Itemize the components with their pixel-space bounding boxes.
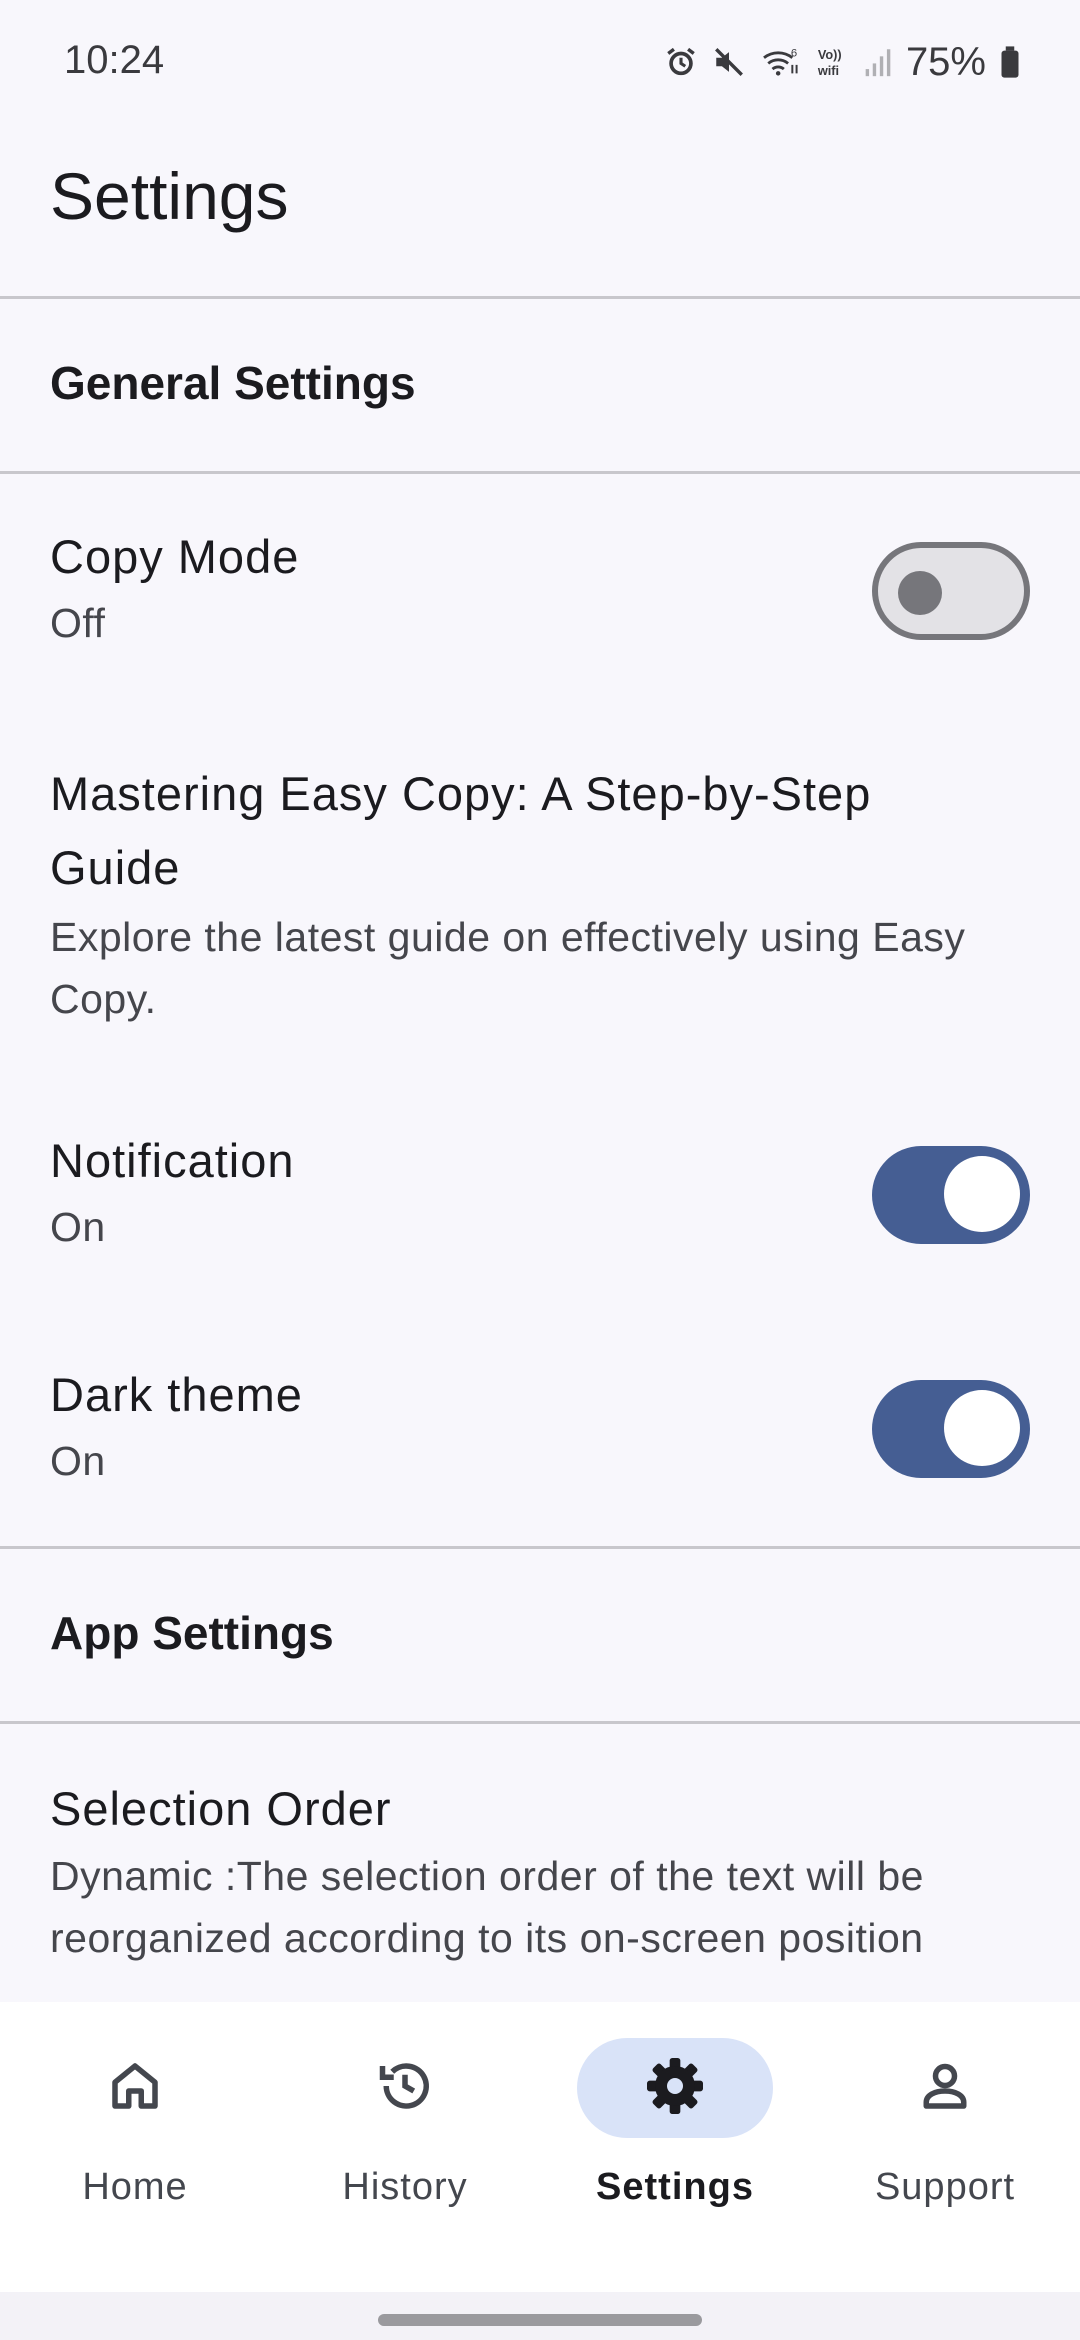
battery-percentage: 75% bbox=[905, 39, 986, 84]
toggle-thumb bbox=[898, 571, 942, 615]
dark-theme-title: Dark theme bbox=[50, 1368, 303, 1421]
gesture-area bbox=[0, 2292, 1080, 2340]
svg-text:Vo)): Vo)) bbox=[818, 47, 842, 62]
home-gesture-bar[interactable] bbox=[378, 2314, 702, 2326]
copy-mode-setting[interactable]: Copy Mode Off bbox=[0, 520, 1080, 670]
status-time: 10:24 bbox=[64, 38, 165, 82]
settings-icon bbox=[643, 2054, 707, 2123]
toggle-thumb bbox=[944, 1156, 1020, 1232]
app-bar: Settings bbox=[0, 120, 1080, 296]
nav-label: History bbox=[342, 2166, 468, 2208]
notification-value: On bbox=[50, 1204, 106, 1250]
mute-icon bbox=[712, 45, 746, 79]
nav-label: Support bbox=[874, 2166, 1016, 2208]
selection-order-description: Dynamic :The selection order of the text… bbox=[50, 1853, 924, 1961]
section-header-general: General Settings bbox=[50, 357, 416, 409]
signal-icon bbox=[862, 45, 892, 79]
home-icon bbox=[105, 2056, 165, 2121]
nav-item-support[interactable]: Support bbox=[810, 2002, 1080, 2292]
nav-item-settings[interactable]: Settings bbox=[540, 2002, 810, 2292]
alarm-icon bbox=[664, 45, 698, 79]
battery-icon bbox=[1000, 45, 1020, 79]
copy-mode-toggle[interactable] bbox=[872, 542, 1030, 640]
volte-wifi-icon: Vo)) wifi bbox=[816, 45, 848, 79]
selection-order-setting[interactable]: Selection Order Dynamic :The selection o… bbox=[0, 1772, 1080, 2002]
settings-screen: 10:24 6 Vo)) wifi 75% Settings General S… bbox=[0, 0, 1080, 2340]
notification-title: Notification bbox=[50, 1134, 295, 1187]
nav-item-home[interactable]: Home bbox=[0, 2002, 270, 2292]
dark-theme-toggle[interactable] bbox=[872, 1380, 1030, 1478]
bottom-navigation: Home History Settings Support bbox=[0, 2002, 1080, 2292]
guide-description: Explore the latest guide on effectively … bbox=[50, 914, 966, 1022]
copy-mode-value: Off bbox=[50, 600, 106, 646]
divider bbox=[0, 471, 1080, 474]
divider bbox=[0, 1721, 1080, 1724]
notification-toggle[interactable] bbox=[872, 1146, 1030, 1244]
svg-text:wifi: wifi bbox=[817, 63, 839, 78]
guide-title: Mastering Easy Copy: A Step-by-Step Guid… bbox=[50, 767, 872, 894]
nav-pill bbox=[847, 2038, 1043, 2138]
nav-pill bbox=[37, 2038, 233, 2138]
status-icons: 6 Vo)) wifi 75% bbox=[664, 38, 1020, 86]
dark-theme-setting[interactable]: Dark theme On bbox=[0, 1358, 1080, 1508]
history-icon bbox=[375, 2056, 435, 2121]
svg-text:6: 6 bbox=[791, 47, 797, 59]
dark-theme-value: On bbox=[50, 1438, 106, 1484]
nav-pill bbox=[307, 2038, 503, 2138]
nav-label: Home bbox=[82, 2166, 188, 2208]
nav-label: Settings bbox=[596, 2166, 754, 2208]
page-title: Settings bbox=[50, 159, 289, 233]
copy-mode-title: Copy Mode bbox=[50, 530, 300, 583]
toggle-thumb bbox=[944, 1390, 1020, 1466]
divider bbox=[0, 296, 1080, 299]
divider bbox=[0, 1546, 1080, 1549]
selection-order-title: Selection Order bbox=[50, 1782, 392, 1835]
nav-pill bbox=[577, 2038, 773, 2138]
section-header-app: App Settings bbox=[50, 1607, 334, 1659]
wifi-icon: 6 bbox=[760, 45, 802, 79]
person-icon bbox=[915, 2056, 975, 2121]
status-bar: 10:24 6 Vo)) wifi 75% bbox=[0, 0, 1080, 120]
notification-setting[interactable]: Notification On bbox=[0, 1124, 1080, 1274]
guide-item[interactable]: Mastering Easy Copy: A Step-by-Step Guid… bbox=[0, 757, 1080, 1027]
nav-item-history[interactable]: History bbox=[270, 2002, 540, 2292]
